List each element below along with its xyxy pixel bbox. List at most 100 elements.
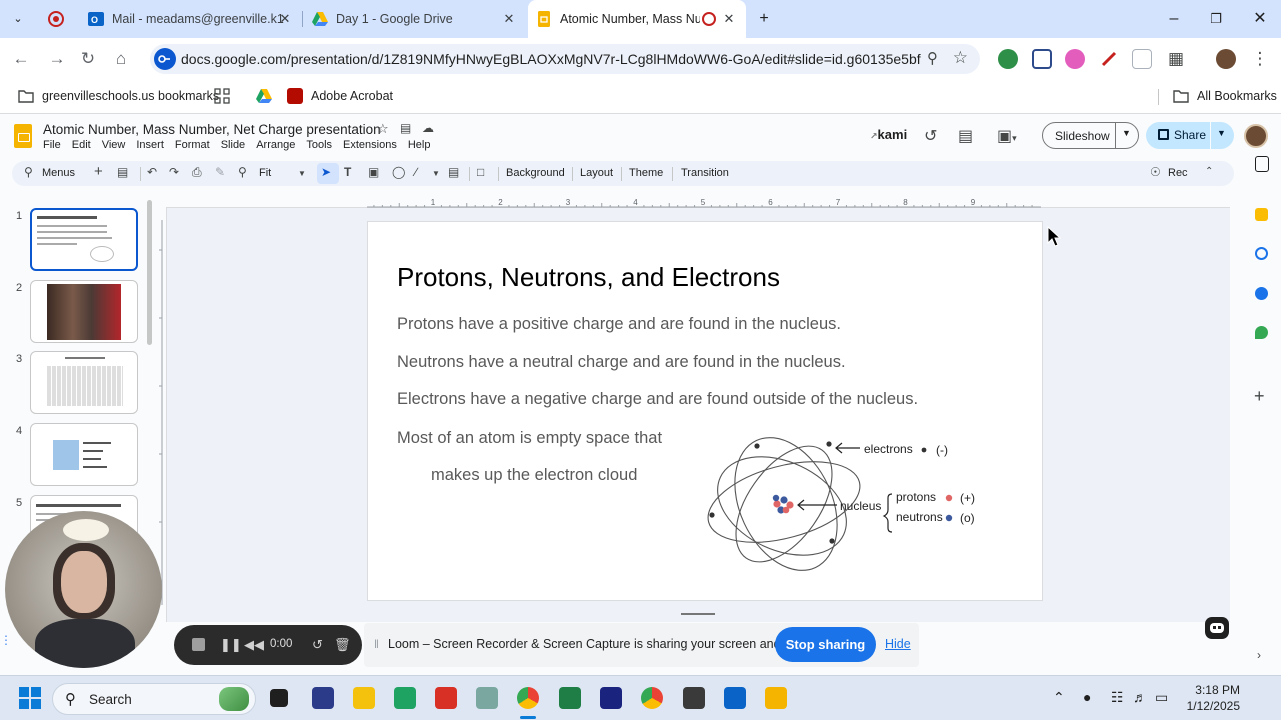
extensions-puzzle-icon[interactable]: ▦ bbox=[1166, 49, 1186, 69]
sis-icon[interactable] bbox=[600, 687, 622, 709]
show-hidden-icons-icon[interactable]: ⌃ bbox=[1053, 689, 1065, 706]
kami-button[interactable]: ↗kami bbox=[870, 127, 907, 142]
share-button[interactable]: Share ▼ bbox=[1146, 122, 1234, 149]
address-bar[interactable]: docs.google.com/presentation/d/1Z819NMfy… bbox=[150, 44, 980, 74]
stop-recording-icon[interactable] bbox=[192, 638, 205, 651]
menu-tools[interactable]: Tools bbox=[306, 139, 332, 151]
line-icon[interactable]: ∕ bbox=[415, 165, 417, 179]
rewind-icon[interactable]: ◀◀ bbox=[244, 637, 264, 653]
menu-view[interactable]: View bbox=[102, 139, 126, 151]
site-info-icon[interactable] bbox=[154, 48, 176, 70]
bookmark-google-drive[interactable] bbox=[256, 88, 272, 104]
slide-body-line[interactable]: Protons have a positive charge and are f… bbox=[397, 315, 841, 334]
close-window-icon[interactable]: ✕ bbox=[1248, 8, 1272, 30]
menu-extensions[interactable]: Extensions bbox=[343, 139, 397, 151]
loom-drag-handle-icon[interactable]: ⋮ bbox=[0, 633, 12, 653]
text-box-icon[interactable]: T bbox=[344, 165, 351, 179]
wifi-icon[interactable]: ☷ bbox=[1111, 689, 1124, 706]
menu-arrange[interactable]: Arrange bbox=[256, 139, 295, 151]
windows-start-icon[interactable] bbox=[19, 687, 41, 712]
star-icon[interactable]: ☆ bbox=[377, 121, 389, 137]
version-history-icon[interactable]: ↺ bbox=[924, 126, 937, 146]
close-tab-icon[interactable]: ✕ bbox=[502, 12, 516, 26]
atom-diagram[interactable]: electrons (-) nucleus protons (+) neutro… bbox=[702, 434, 992, 579]
pen-extension-icon[interactable] bbox=[1099, 49, 1119, 69]
extension-icon[interactable] bbox=[1032, 49, 1052, 69]
add-addon-icon[interactable]: + bbox=[1254, 386, 1265, 407]
slide-thumbnail-4[interactable] bbox=[30, 423, 138, 486]
loom-camera-bubble[interactable] bbox=[5, 511, 162, 668]
hide-banner-link[interactable]: Hide bbox=[885, 637, 911, 651]
background-button[interactable]: Background bbox=[506, 167, 565, 179]
current-slide[interactable]: Protons, Neutrons, and Electrons Protons… bbox=[367, 221, 1043, 601]
taskbar-clock[interactable]: 3:18 PM 1/12/2025 bbox=[1180, 682, 1240, 714]
microphone-icon[interactable]: ● bbox=[1083, 689, 1091, 705]
forward-icon[interactable]: → bbox=[46, 48, 68, 70]
slideshow-button[interactable]: Slideshow ▼ bbox=[1042, 122, 1139, 149]
app-icon[interactable] bbox=[312, 687, 334, 709]
reload-icon[interactable]: ↻ bbox=[77, 48, 99, 70]
redo-icon[interactable]: ↷ bbox=[169, 165, 179, 179]
meet-camera-icon[interactable]: ▣▾ bbox=[997, 126, 1017, 146]
add-comment-icon[interactable]: □ bbox=[477, 165, 484, 179]
vertical-ruler[interactable] bbox=[155, 220, 163, 605]
move-folder-icon[interactable]: ▤ bbox=[400, 121, 411, 135]
rec-button[interactable]: Rec bbox=[1168, 167, 1188, 179]
contacts-icon[interactable] bbox=[1255, 287, 1268, 300]
all-bookmarks[interactable]: All Bookmarks bbox=[1173, 88, 1277, 104]
new-tab-icon[interactable]: + bbox=[752, 8, 776, 30]
assistant-icon[interactable] bbox=[1205, 617, 1229, 639]
home-icon[interactable]: ⌂ bbox=[110, 48, 132, 70]
transition-button[interactable]: Transition bbox=[681, 167, 729, 179]
filmstrip-scrollbar[interactable] bbox=[147, 200, 152, 345]
layout-button[interactable]: Layout bbox=[580, 167, 613, 179]
image-icon[interactable]: ▣ bbox=[368, 165, 379, 179]
more-menu-icon[interactable]: ⋮ bbox=[1250, 49, 1270, 69]
maps-icon[interactable] bbox=[1255, 326, 1268, 339]
chrome-icon[interactable] bbox=[641, 687, 663, 709]
file-explorer-icon[interactable] bbox=[353, 687, 375, 709]
tab-drive[interactable]: Day 1 - Google Drive ✕ bbox=[304, 0, 526, 38]
slide-body-line[interactable]: makes up the electron cloud bbox=[431, 466, 637, 485]
app-icon[interactable] bbox=[683, 687, 705, 709]
app-icon[interactable] bbox=[476, 687, 498, 709]
restart-icon[interactable]: ↺ bbox=[312, 637, 323, 653]
record-tab-icon[interactable] bbox=[48, 11, 64, 27]
layout-grid-icon[interactable]: ▤ bbox=[117, 165, 128, 179]
app-icon[interactable] bbox=[435, 687, 457, 709]
volume-icon[interactable]: ♬ bbox=[1133, 689, 1147, 705]
slide-body-line[interactable]: Electrons have a negative charge and are… bbox=[397, 390, 918, 409]
outlook-icon[interactable] bbox=[724, 687, 746, 709]
rec-icon[interactable]: ☉ bbox=[1150, 165, 1161, 179]
zoom-select[interactable]: Fit bbox=[259, 167, 271, 179]
tasks-icon[interactable] bbox=[1255, 247, 1268, 260]
insert-media-icon[interactable]: ▤ bbox=[448, 165, 459, 179]
print-icon[interactable]: ⎙ bbox=[192, 165, 202, 180]
minimize-window-icon[interactable]: – bbox=[1162, 8, 1186, 30]
chrome-icon[interactable] bbox=[517, 687, 539, 709]
slide-body-line[interactable]: Most of an atom is empty space that bbox=[397, 429, 662, 448]
menu-insert[interactable]: Insert bbox=[136, 139, 164, 151]
extension-icon[interactable] bbox=[1132, 49, 1152, 69]
extension-icon[interactable] bbox=[1065, 49, 1085, 69]
close-tab-icon[interactable]: ✕ bbox=[278, 12, 292, 26]
tab-search-chevron-icon[interactable]: ⌄ bbox=[6, 8, 30, 30]
slides-logo-icon[interactable] bbox=[14, 124, 32, 148]
back-icon[interactable]: ← bbox=[10, 48, 32, 70]
account-avatar[interactable] bbox=[1244, 124, 1268, 148]
slide-thumbnail-2[interactable] bbox=[30, 280, 138, 343]
theme-button[interactable]: Theme bbox=[629, 167, 663, 179]
close-tab-icon[interactable]: ✕ bbox=[722, 12, 736, 26]
slide-body-line[interactable]: Neutrons have a neutral charge and are f… bbox=[397, 353, 846, 372]
search-menus[interactable]: Menus bbox=[42, 167, 75, 179]
app-icon[interactable] bbox=[394, 687, 416, 709]
presentation-title[interactable]: Atomic Number, Mass Number, Net Charge p… bbox=[43, 122, 381, 137]
expand-panel-icon[interactable]: › bbox=[1257, 648, 1261, 662]
select-cursor-icon[interactable]: ➤ bbox=[321, 165, 331, 179]
collapse-toolbar-icon[interactable]: ⌃ bbox=[1205, 166, 1213, 177]
new-slide-icon[interactable]: + bbox=[94, 163, 103, 180]
zoom-icon[interactable]: ⚲ bbox=[927, 49, 938, 67]
collapse-panel-icon[interactable] bbox=[1255, 156, 1269, 172]
tab-mail[interactable]: O Mail - meadams@greenville.k1 ✕ bbox=[80, 0, 302, 38]
task-view-icon[interactable] bbox=[270, 689, 288, 707]
